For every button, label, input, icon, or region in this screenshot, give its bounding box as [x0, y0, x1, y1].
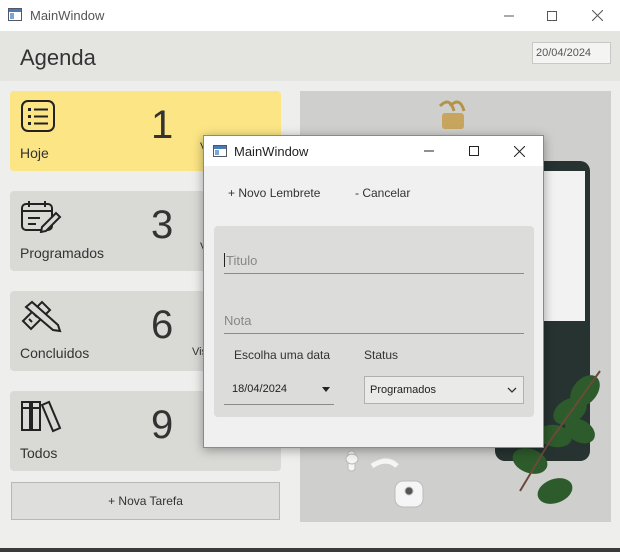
date-label: Escolha uma data [234, 348, 331, 362]
maximize-icon [469, 146, 479, 156]
date-value: 18/04/2024 [232, 383, 288, 395]
books-icon [21, 400, 62, 433]
bottom-border [0, 548, 620, 552]
maximize-icon [547, 10, 557, 21]
title-input[interactable]: Titulo [224, 247, 524, 274]
date-picker[interactable]: 18/04/2024 [224, 374, 334, 405]
app-icon [213, 145, 227, 157]
close-button[interactable] [574, 0, 620, 31]
chevron-down-icon [507, 387, 517, 393]
status-value: Programados [370, 384, 437, 396]
card-label: Todos [20, 445, 58, 461]
dialog-maximize-button[interactable] [452, 136, 496, 166]
dropdown-arrow-icon [322, 387, 330, 392]
calendar-edit-icon [21, 201, 62, 233]
new-reminder-button[interactable]: + Novo Lembrete [228, 186, 320, 200]
dialog-minimize-button[interactable] [407, 136, 451, 166]
card-label: Concluidos [20, 345, 90, 361]
close-icon [591, 10, 603, 21]
window-title: MainWindow [30, 8, 105, 23]
new-reminder-dialog: MainWindow + Novo Lembrete - Cancelar Ti… [203, 135, 544, 448]
minimize-icon [424, 150, 434, 152]
title-placeholder: Titulo [226, 252, 258, 268]
reminder-form: Titulo Nota Escolha uma data Status 18/0… [214, 226, 534, 417]
status-select[interactable]: Programados [364, 376, 524, 404]
card-label: Hoje [20, 145, 49, 161]
minimize-icon [504, 15, 514, 16]
card-count: 3 [151, 203, 174, 247]
list-icon [21, 100, 55, 132]
ruler-pencil-icon [21, 300, 62, 333]
minimize-button[interactable] [486, 0, 532, 31]
close-icon [513, 145, 525, 157]
card-count: 1 [151, 103, 174, 147]
text-cursor [224, 253, 225, 267]
card-count: 9 [151, 403, 174, 447]
maximize-button[interactable] [529, 0, 575, 31]
current-date-field[interactable]: 20/04/2024 [532, 42, 611, 64]
card-count: 6 [151, 303, 174, 347]
note-placeholder: Nota [224, 312, 252, 328]
dialog-title: MainWindow [234, 144, 309, 159]
cancel-button[interactable]: - Cancelar [355, 186, 410, 200]
page-title: Agenda [20, 45, 96, 70]
status-label: Status [364, 348, 399, 362]
card-label: Programados [20, 245, 105, 261]
dialog-close-button[interactable] [497, 136, 541, 166]
app-icon [8, 8, 22, 21]
note-input[interactable]: Nota [224, 307, 524, 334]
new-task-button[interactable]: + Nova Tarefa [11, 482, 280, 520]
